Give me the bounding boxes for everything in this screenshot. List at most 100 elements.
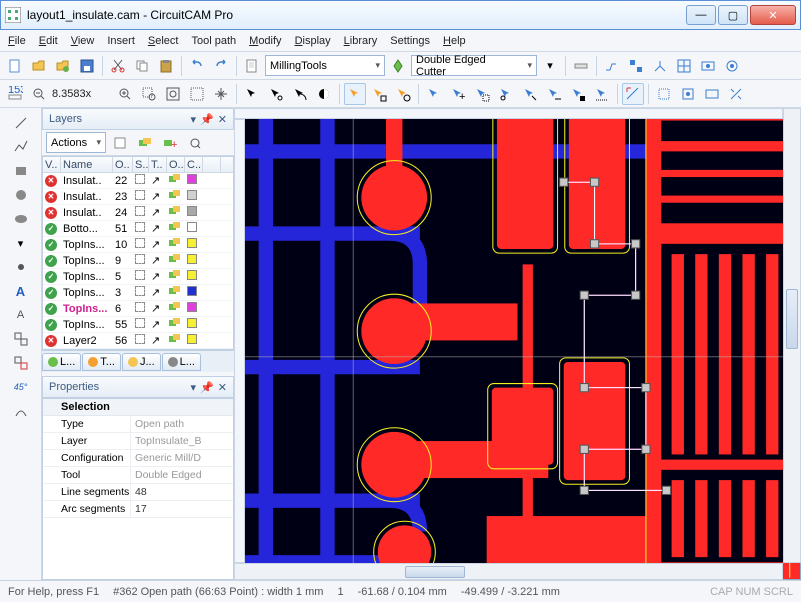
col-order[interactable]: O.. — [113, 157, 133, 172]
doc-icon[interactable] — [241, 55, 263, 77]
menu-insert[interactable]: Insert — [107, 35, 135, 47]
panel-menu-icon[interactable]: ▾ — [191, 113, 197, 126]
menu-select[interactable]: Select — [148, 35, 179, 47]
text-icon[interactable]: A — [10, 280, 32, 302]
new-button[interactable] — [4, 55, 26, 77]
shape1-icon[interactable] — [653, 83, 675, 105]
sel-sub-icon[interactable] — [392, 83, 414, 105]
canvas[interactable] — [234, 108, 801, 580]
menu-file[interactable]: File — [8, 35, 26, 47]
layer-row[interactable]: ✕ Insulat.. 23 ↗ — [43, 189, 233, 205]
zoom-sel-icon[interactable] — [186, 83, 208, 105]
property-row[interactable]: Tool Double Edged — [43, 467, 233, 484]
check-icon[interactable]: ✓ — [45, 319, 57, 331]
sel-b3-icon[interactable] — [495, 83, 517, 105]
x-icon[interactable]: ✕ — [45, 175, 57, 187]
tab-tools[interactable]: T... — [82, 353, 121, 371]
check-icon[interactable]: ✓ — [45, 271, 57, 283]
sel2-icon[interactable] — [265, 83, 287, 105]
color-swatch[interactable] — [187, 238, 197, 248]
sel-add-icon[interactable] — [368, 83, 390, 105]
group-icon[interactable] — [10, 328, 32, 350]
color-swatch[interactable] — [187, 270, 197, 280]
sel1-icon[interactable] — [241, 83, 263, 105]
layer-row[interactable]: ✓ TopIns... 3 ↗ — [43, 285, 233, 301]
col-visible[interactable]: V.. — [43, 157, 61, 172]
open2-button[interactable] — [52, 55, 74, 77]
lyr-btn4[interactable] — [184, 132, 206, 154]
maximize-button[interactable]: ▢ — [718, 5, 748, 25]
cutter-dropdown[interactable]: ▾ — [539, 55, 561, 77]
sel-b5-icon[interactable] — [543, 83, 565, 105]
check-icon[interactable]: ✓ — [45, 287, 57, 299]
panel-pin-icon-2[interactable]: 📌 — [200, 381, 214, 394]
color-swatch[interactable] — [187, 174, 197, 184]
menu-display[interactable]: Display — [295, 35, 331, 47]
sel4-icon[interactable] — [313, 83, 335, 105]
menu-modify[interactable]: Modify — [249, 35, 281, 47]
property-row[interactable]: Layer TopInsulate_B — [43, 433, 233, 450]
pad-icon[interactable] — [10, 256, 32, 278]
layer-row[interactable]: ✕ Layer2 56 ↗ — [43, 333, 233, 349]
circle-icon[interactable] — [10, 184, 32, 206]
shape2-icon[interactable] — [677, 83, 699, 105]
pcb-view[interactable] — [235, 109, 800, 579]
cutter-combo[interactable]: Double Edged Cutter — [411, 55, 537, 76]
layer-row[interactable]: ✓ TopIns... 6 ↗ — [43, 301, 233, 317]
color-swatch[interactable] — [187, 254, 197, 264]
sel3-icon[interactable] — [289, 83, 311, 105]
x-icon[interactable]: ✕ — [45, 335, 57, 347]
ellipse-icon[interactable] — [10, 208, 32, 230]
cut-button[interactable] — [107, 55, 129, 77]
sel-b7-icon[interactable] — [591, 83, 613, 105]
redo-button[interactable] — [210, 55, 232, 77]
menu-library[interactable]: Library — [344, 35, 378, 47]
col-sel[interactable]: S.. — [133, 157, 149, 172]
color-swatch[interactable] — [187, 222, 197, 232]
line-icon[interactable] — [10, 112, 32, 134]
panel-close-icon[interactable]: ✕ — [218, 113, 227, 126]
ruler-vertical[interactable] — [234, 119, 245, 563]
color-swatch[interactable] — [187, 318, 197, 328]
check-icon[interactable]: ✓ — [45, 255, 57, 267]
t6-icon[interactable] — [697, 55, 719, 77]
zoom-fit-icon[interactable] — [162, 83, 184, 105]
color-swatch[interactable] — [187, 302, 197, 312]
check-icon[interactable]: ✓ — [45, 239, 57, 251]
color-swatch[interactable] — [187, 206, 197, 216]
h-scrollbar[interactable] — [234, 563, 783, 580]
panel-menu-icon-2[interactable]: ▾ — [191, 381, 197, 394]
menu-view[interactable]: View — [71, 35, 95, 47]
color-swatch[interactable] — [187, 190, 197, 200]
color-swatch[interactable] — [187, 334, 197, 344]
layer-row[interactable]: ✕ Insulat.. 22 ↗ — [43, 173, 233, 189]
open-button[interactable] — [28, 55, 50, 77]
tab-layers[interactable]: L... — [42, 353, 81, 371]
layer-row[interactable]: ✓ TopIns... 5 ↗ — [43, 269, 233, 285]
sel-b4-icon[interactable] — [519, 83, 541, 105]
sel-all-icon[interactable] — [423, 83, 445, 105]
color-swatch[interactable] — [187, 286, 197, 296]
ruler-icon[interactable] — [622, 83, 644, 105]
col-o2[interactable]: O.. — [167, 157, 185, 172]
col-t[interactable]: T.. — [149, 157, 167, 172]
v-thumb[interactable] — [786, 289, 798, 349]
panel-pin-icon[interactable]: 📌 — [200, 113, 214, 126]
menu-settings[interactable]: Settings — [390, 35, 430, 47]
zoom-area-icon[interactable] — [138, 83, 160, 105]
angle45-icon[interactable]: 45° — [10, 376, 32, 398]
prop-value[interactable]: 17 — [131, 501, 233, 517]
save-button[interactable] — [76, 55, 98, 77]
layer-row[interactable]: ✓ TopIns... 55 ↗ — [43, 317, 233, 333]
minimize-button[interactable]: — — [686, 5, 716, 25]
zoom-in-icon[interactable] — [114, 83, 136, 105]
copy-button[interactable] — [131, 55, 153, 77]
lyr-btn1[interactable] — [109, 132, 131, 154]
menu-edit[interactable]: Edit — [39, 35, 58, 47]
prop-value[interactable]: 48 — [131, 484, 233, 500]
property-row[interactable]: Type Open path — [43, 416, 233, 433]
v-scrollbar[interactable] — [783, 108, 801, 563]
panel-close-icon-2[interactable]: ✕ — [218, 381, 227, 394]
t3-icon[interactable] — [625, 55, 647, 77]
menu-toolpath[interactable]: Tool path — [191, 35, 236, 47]
